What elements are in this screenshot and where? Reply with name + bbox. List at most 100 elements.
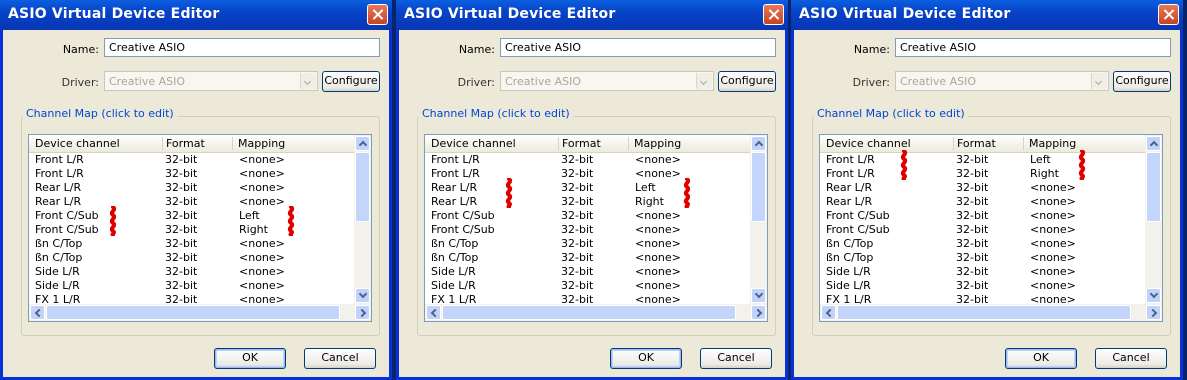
table-row[interactable]: Side L/R 32-bit <none>: [820, 265, 1145, 279]
configure-button[interactable]: Configure: [322, 71, 380, 92]
device-channel-cell: Side L/R: [35, 279, 80, 292]
column-header-format[interactable]: Format: [162, 137, 233, 150]
table-row[interactable]: Rear L/R 32-bit <none>: [29, 195, 354, 209]
table-row[interactable]: Side L/R 32-bit <none>: [29, 279, 354, 293]
configure-button[interactable]: Configure: [718, 71, 776, 92]
horizontal-scrollbar[interactable]: [29, 304, 371, 321]
column-header-mapping[interactable]: Mapping: [232, 137, 348, 150]
table-row[interactable]: FX 1 L/R 32-bit <none>: [425, 293, 750, 304]
table-row[interactable]: FX 1 L/R 32-bit <none>: [820, 293, 1145, 304]
ok-button[interactable]: OK: [610, 348, 682, 369]
table-row[interactable]: ßn C/Top 32-bit <none>: [29, 237, 354, 251]
column-header-device-channel[interactable]: Device channel: [425, 137, 559, 150]
table-row[interactable]: Front C/Sub 32-bit <none>: [425, 209, 750, 223]
chevron-left-icon[interactable]: [426, 305, 441, 320]
table-row[interactable]: Side L/R 32-bit <none>: [425, 265, 750, 279]
table-row[interactable]: Front L/R 32-bit <none>: [425, 167, 750, 181]
chevron-right-icon[interactable]: [1146, 305, 1161, 320]
vertical-scroll-thumb[interactable]: [355, 152, 370, 222]
table-row[interactable]: Rear L/R 32-bit Right: [425, 195, 750, 209]
chevron-down-icon[interactable]: [1146, 288, 1161, 303]
table-row[interactable]: Front C/Sub 32-bit Right: [29, 223, 354, 237]
title-bar[interactable]: ASIO Virtual Device Editor: [396, 0, 788, 30]
horizontal-scrollbar[interactable]: [820, 304, 1162, 321]
driver-select[interactable]: Creative ASIO: [895, 71, 1109, 91]
close-icon[interactable]: [1158, 4, 1179, 25]
name-input[interactable]: Creative ASIO: [895, 38, 1171, 57]
horizontal-scroll-thumb[interactable]: [442, 305, 736, 320]
name-input[interactable]: Creative ASIO: [104, 38, 380, 57]
table-row[interactable]: Front C/Sub 32-bit Left: [29, 209, 354, 223]
chevron-up-icon[interactable]: [1146, 136, 1161, 151]
device-channel-cell: ßn C/Top: [431, 251, 479, 264]
chevron-down-icon[interactable]: [355, 288, 370, 303]
driver-select[interactable]: Creative ASIO: [500, 71, 714, 91]
table-row[interactable]: Front L/R 32-bit Left: [820, 153, 1145, 167]
chevron-left-icon[interactable]: [821, 305, 836, 320]
table-row[interactable]: ßn C/Top 32-bit <none>: [820, 237, 1145, 251]
column-header-format[interactable]: Format: [558, 137, 629, 150]
title-bar[interactable]: ASIO Virtual Device Editor: [791, 0, 1183, 30]
column-header-format[interactable]: Format: [953, 137, 1024, 150]
ok-button[interactable]: OK: [214, 348, 286, 369]
vertical-scroll-thumb[interactable]: [1146, 152, 1161, 222]
vertical-scrollbar[interactable]: [750, 135, 767, 304]
table-row[interactable]: Front L/R 32-bit Right: [820, 167, 1145, 181]
vertical-scroll-thumb[interactable]: [751, 152, 766, 222]
name-input[interactable]: Creative ASIO: [500, 38, 776, 57]
table-row[interactable]: ßn C/Top 32-bit <none>: [425, 237, 750, 251]
table-row[interactable]: ßn C/Top 32-bit <none>: [820, 251, 1145, 265]
close-icon[interactable]: [367, 4, 388, 25]
table-row[interactable]: ßn C/Top 32-bit <none>: [29, 251, 354, 265]
table-row[interactable]: Front C/Sub 32-bit <none>: [820, 209, 1145, 223]
column-header-device-channel[interactable]: Device channel: [820, 137, 954, 150]
configure-button[interactable]: Configure: [1113, 71, 1171, 92]
channel-map-list[interactable]: Device channel Format Mapping Front L/R 3…: [424, 134, 768, 322]
horizontal-scroll-thumb[interactable]: [46, 305, 340, 320]
ok-button[interactable]: OK: [1005, 348, 1077, 369]
chevron-down-icon[interactable]: [751, 288, 766, 303]
channel-map-title[interactable]: Channel Map (click to edit): [419, 107, 573, 120]
chevron-left-icon[interactable]: [30, 305, 45, 320]
vertical-scrollbar[interactable]: [354, 135, 371, 304]
table-row[interactable]: Front L/R 32-bit <none>: [29, 153, 354, 167]
column-header-device-channel[interactable]: Device channel: [29, 137, 163, 150]
table-row[interactable]: Side L/R 32-bit <none>: [29, 265, 354, 279]
channel-map-title[interactable]: Channel Map (click to edit): [814, 107, 968, 120]
table-row[interactable]: FX 1 L/R 32-bit <none>: [29, 293, 354, 304]
table-row[interactable]: Rear L/R 32-bit <none>: [820, 181, 1145, 195]
table-row[interactable]: Rear L/R 32-bit Left: [425, 181, 750, 195]
horizontal-scrollbar[interactable]: [425, 304, 767, 321]
device-channel-cell: Rear L/R: [826, 195, 873, 208]
channel-map-list[interactable]: Device channel Format Mapping Front L/R 3…: [819, 134, 1163, 322]
close-icon[interactable]: [763, 4, 784, 25]
table-row[interactable]: Front L/R 32-bit <none>: [425, 153, 750, 167]
table-row[interactable]: ßn C/Top 32-bit <none>: [425, 251, 750, 265]
horizontal-scroll-thumb[interactable]: [837, 305, 1131, 320]
chevron-up-icon[interactable]: [355, 136, 370, 151]
channel-map-title[interactable]: Channel Map (click to edit): [23, 107, 177, 120]
table-row[interactable]: Rear L/R 32-bit <none>: [29, 181, 354, 195]
cancel-button[interactable]: Cancel: [1095, 348, 1167, 369]
table-row[interactable]: Front C/Sub 32-bit <none>: [425, 223, 750, 237]
table-row[interactable]: Side L/R 32-bit <none>: [425, 279, 750, 293]
channel-map-list[interactable]: Device channel Format Mapping Front L/R 3…: [28, 134, 372, 322]
cancel-button[interactable]: Cancel: [700, 348, 772, 369]
driver-select[interactable]: Creative ASIO: [104, 71, 318, 91]
chevron-up-icon[interactable]: [751, 136, 766, 151]
vertical-scrollbar[interactable]: [1145, 135, 1162, 304]
chevron-down-icon[interactable]: [1091, 73, 1107, 89]
cancel-button[interactable]: Cancel: [304, 348, 376, 369]
chevron-right-icon[interactable]: [751, 305, 766, 320]
annotation-squiggle-channel: [504, 177, 514, 211]
table-row[interactable]: Front L/R 32-bit <none>: [29, 167, 354, 181]
chevron-right-icon[interactable]: [355, 305, 370, 320]
column-header-mapping[interactable]: Mapping: [1023, 137, 1139, 150]
title-bar[interactable]: ASIO Virtual Device Editor: [0, 0, 392, 30]
table-row[interactable]: Front C/Sub 32-bit <none>: [820, 223, 1145, 237]
table-row[interactable]: Side L/R 32-bit <none>: [820, 279, 1145, 293]
table-row[interactable]: Rear L/R 32-bit <none>: [820, 195, 1145, 209]
column-header-mapping[interactable]: Mapping: [628, 137, 744, 150]
chevron-down-icon[interactable]: [696, 73, 712, 89]
chevron-down-icon[interactable]: [300, 73, 316, 89]
